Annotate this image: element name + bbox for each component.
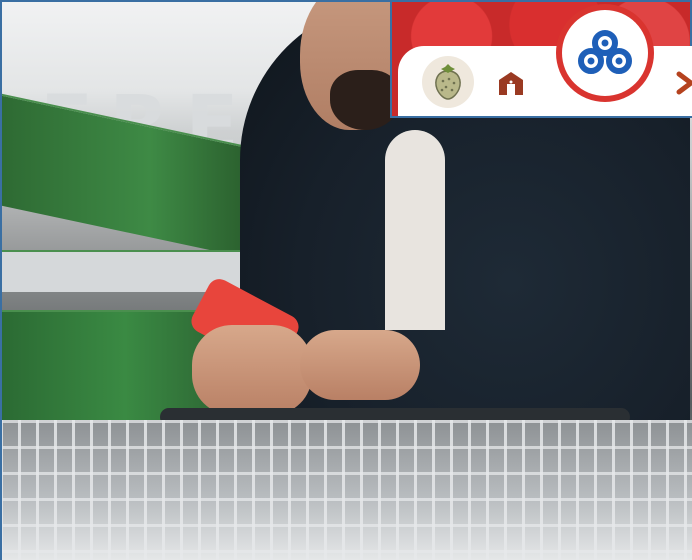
frame-top-edge: [0, 0, 390, 2]
store-icon[interactable]: [488, 60, 534, 106]
frame-left-edge: [0, 0, 2, 560]
shopping-cart: [0, 420, 692, 560]
shopper-right-hand: [300, 330, 420, 400]
shopper-shirt: [385, 130, 445, 330]
shopper-left-hand: [192, 325, 312, 415]
logo-icon[interactable]: [562, 10, 648, 96]
strawberry-icon[interactable]: [422, 56, 474, 108]
photo-scene: FRESH: [0, 0, 692, 560]
next-icon[interactable]: [670, 60, 692, 106]
